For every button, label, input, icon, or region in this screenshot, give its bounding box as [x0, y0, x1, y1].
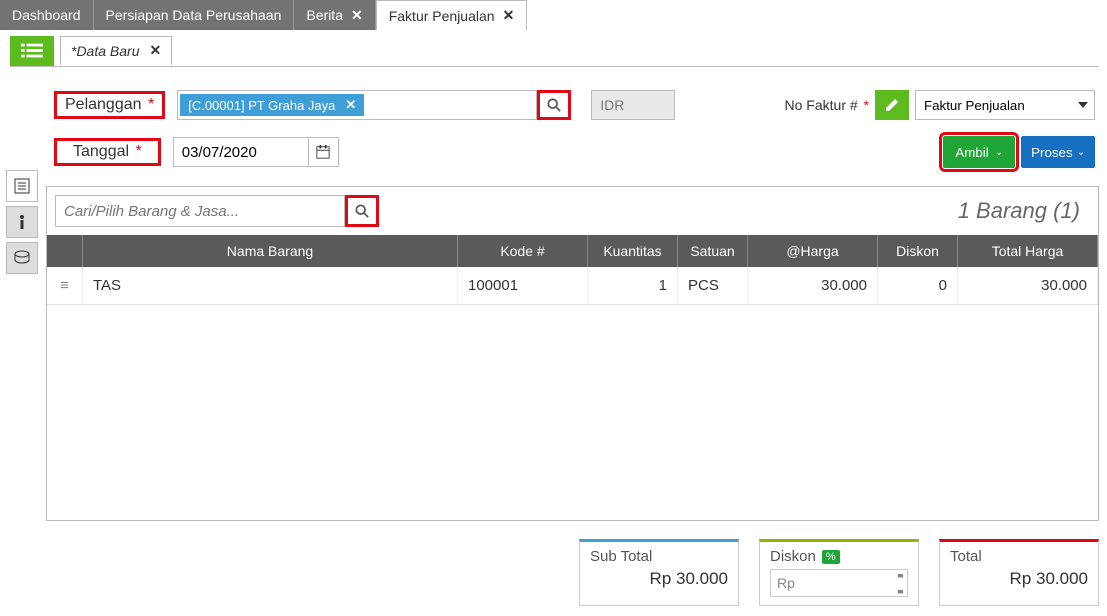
diskon-placeholder: Rp [777, 575, 795, 591]
item-count: 1 Barang (1) [958, 198, 1090, 224]
tab-label: Dashboard [12, 7, 81, 23]
list-icon [21, 43, 43, 59]
chevron-down-icon: ⌄ [995, 147, 1003, 158]
stack-icon [13, 249, 31, 267]
subtotal-card: Sub Total Rp 30.000 [579, 539, 739, 606]
pelanggan-label: Pelanggan * [54, 91, 165, 119]
close-icon[interactable]: ✕ [503, 7, 515, 24]
info-icon [13, 213, 31, 231]
side-toolbar [6, 170, 38, 278]
close-icon[interactable]: ✕ [149, 42, 161, 59]
grid-header: Nama Barang Kode # Kuantitas Satuan @Har… [47, 235, 1098, 267]
nofaktur-label: No Faktur # * [785, 97, 869, 113]
tab-faktur-penjualan[interactable]: Faktur Penjualan ✕ [376, 0, 528, 30]
edit-faktur-button[interactable] [875, 90, 909, 120]
close-icon[interactable]: ✕ [351, 7, 363, 24]
diskon-card: Diskon% Rp ▪▪▪▪ [759, 539, 919, 606]
item-search-button[interactable] [345, 195, 379, 227]
top-tabbar: Dashboard Persiapan Data Perusahaan Beri… [0, 0, 1107, 30]
side-lines-button[interactable] [6, 170, 38, 202]
calendar-icon [316, 145, 330, 159]
side-currency-button[interactable] [6, 242, 38, 274]
cell-harga[interactable]: 30.000 [748, 267, 878, 304]
chevron-down-icon: ⌄ [1077, 147, 1085, 158]
tanggal-label: Tanggal * [54, 138, 161, 166]
lines-icon [13, 177, 31, 195]
total-card: Total Rp 30.000 [939, 539, 1099, 606]
cell-diskon[interactable]: 0 [878, 267, 958, 304]
diskon-input[interactable]: Rp ▪▪▪▪ [770, 569, 908, 597]
menu-toggle-button[interactable] [10, 36, 54, 66]
items-grid: Nama Barang Kode # Kuantitas Satuan @Har… [47, 235, 1098, 520]
row-handle-icon[interactable]: ≡ [47, 267, 83, 304]
cell-qty[interactable]: 1 [588, 267, 678, 304]
proses-label: Proses [1031, 145, 1072, 160]
customer-input[interactable]: [C.00001] PT Graha Jaya ✕ [177, 90, 537, 120]
table-row[interactable]: ≡ TAS 100001 1 PCS 30.000 0 30.000 [47, 267, 1098, 305]
total-label: Total [950, 548, 1088, 565]
diskon-label: Diskon [770, 548, 816, 565]
tab-persiapan[interactable]: Persiapan Data Perusahaan [94, 0, 295, 30]
keypad-icon[interactable]: ▪▪▪▪ [897, 567, 901, 599]
calendar-button[interactable] [309, 137, 339, 167]
faktur-type-select[interactable]: Faktur Penjualan [915, 90, 1095, 120]
col-nama[interactable]: Nama Barang [83, 235, 458, 267]
side-info-button[interactable] [6, 206, 38, 238]
tab-label: Persiapan Data Perusahaan [106, 7, 282, 23]
subtotal-value: Rp 30.000 [590, 569, 728, 589]
customer-chip[interactable]: [C.00001] PT Graha Jaya ✕ [180, 94, 364, 116]
col-total[interactable]: Total Harga [958, 235, 1098, 267]
ambil-button[interactable]: Ambil ⌄ [943, 136, 1015, 168]
ambil-label: Ambil [955, 145, 988, 160]
totals-bar: Sub Total Rp 30.000 Diskon% Rp ▪▪▪▪ Total… [0, 521, 1107, 616]
tab-label: Berita [306, 7, 343, 23]
total-value: Rp 30.000 [950, 569, 1088, 589]
tab-berita[interactable]: Berita ✕ [294, 0, 375, 30]
currency-display: IDR [591, 90, 675, 120]
tab-label: Faktur Penjualan [389, 8, 495, 24]
proses-button[interactable]: Proses ⌄ [1021, 136, 1095, 168]
cell-kode: 100001 [458, 267, 588, 304]
customer-chip-label: [C.00001] PT Graha Jaya [188, 98, 335, 113]
cell-total: 30.000 [958, 267, 1098, 304]
cell-satuan[interactable]: PCS [678, 267, 748, 304]
subtotal-label: Sub Total [590, 548, 728, 565]
col-harga[interactable]: @Harga [748, 235, 878, 267]
percent-badge[interactable]: % [822, 550, 840, 564]
item-search-input[interactable] [55, 195, 345, 227]
sub-tab-label: *Data Baru [71, 43, 139, 59]
search-icon [355, 204, 369, 218]
col-qty[interactable]: Kuantitas [588, 235, 678, 267]
tanggal-input[interactable] [173, 137, 309, 167]
col-diskon[interactable]: Diskon [878, 235, 958, 267]
sub-tab-data-baru[interactable]: *Data Baru ✕ [60, 36, 172, 66]
customer-search-button[interactable] [537, 90, 571, 120]
pencil-icon [884, 97, 900, 113]
remove-icon[interactable]: ✕ [345, 97, 356, 113]
search-icon [547, 98, 561, 112]
col-satuan[interactable]: Satuan [678, 235, 748, 267]
col-kode[interactable]: Kode # [458, 235, 588, 267]
cell-nama[interactable]: TAS [83, 267, 458, 304]
tab-dashboard[interactable]: Dashboard [0, 0, 94, 30]
items-panel: 1 Barang (1) Nama Barang Kode # Kuantita… [46, 186, 1099, 521]
